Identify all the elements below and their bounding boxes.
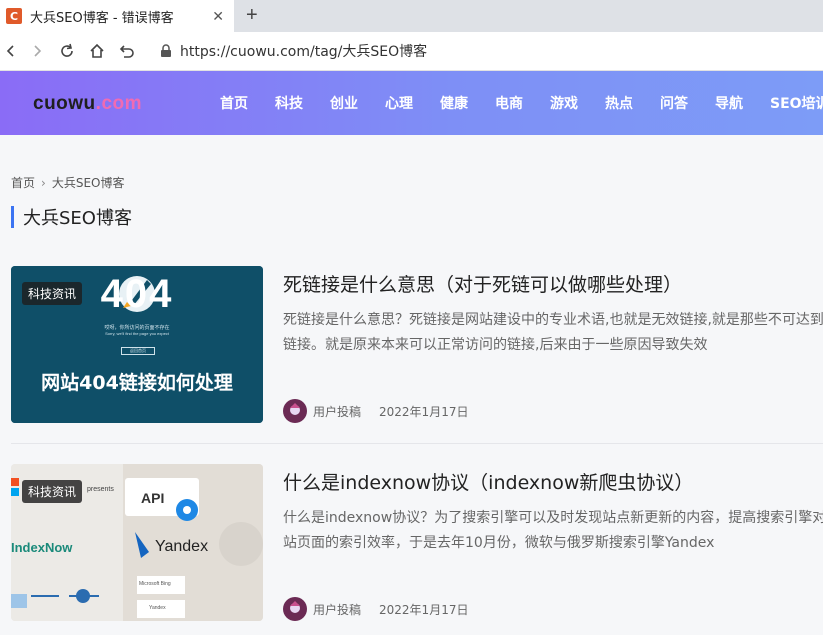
browser-tab-bar: C 大兵SEO博客 - 错误博客 ✕ + (0, 0, 823, 32)
nav-item-directory[interactable]: 导航 (715, 93, 743, 113)
close-tab-icon[interactable]: ✕ (212, 8, 224, 25)
nav-item-seo-training[interactable]: SEO培训 (770, 93, 823, 113)
address-bar: https://cuowu.com/tag/大兵SEO博客 (0, 32, 823, 71)
article-meta: 用户投稿 2022年1月17日 (283, 399, 468, 423)
logo-accent: .com (95, 93, 143, 114)
nav-item-games[interactable]: 游戏 (550, 93, 578, 113)
post-date: 2022年1月17日 (379, 602, 469, 617)
divider (11, 443, 823, 444)
article-card: presents API Yandex IndexNow Microsoft B… (11, 464, 823, 622)
back-icon[interactable] (0, 40, 22, 62)
new-tab-icon[interactable]: + (246, 4, 258, 27)
url-field[interactable]: https://cuowu.com/tag/大兵SEO博客 (160, 41, 427, 61)
breadcrumb-home[interactable]: 首页 (11, 174, 35, 191)
article-title[interactable]: 死链接是什么意思（对于死链可以做哪些处理） (283, 270, 682, 297)
thumb-ms: Microsoft Bing (139, 581, 171, 587)
author-name[interactable]: 用户投稿 (313, 403, 361, 420)
logo-main: cuowu (33, 93, 96, 114)
article-card: 404 哎呀，你所访问的页面不存在 Sorry, we'll find the … (11, 266, 823, 424)
site-logo[interactable]: cuowu.com (33, 93, 142, 115)
reload-icon[interactable] (56, 40, 78, 62)
thumb-caption: 网站404链接如何处理 (41, 372, 233, 394)
url-text: https://cuowu.com/tag/大兵SEO博客 (180, 44, 428, 60)
category-badge[interactable]: 科技资讯 (22, 480, 83, 503)
author-name[interactable]: 用户投稿 (313, 601, 361, 618)
page-title: 大兵SEO博客 (11, 206, 132, 229)
breadcrumb: 首页 › 大兵SEO博客 (11, 174, 124, 191)
post-date: 2022年1月17日 (379, 404, 469, 419)
thumb-yd: Yandex (149, 605, 166, 611)
thumb-indexnow: IndexNow (11, 540, 73, 555)
thumb-yandex: Yandex (155, 538, 209, 555)
article-excerpt: 什么是indexnow协议？为了搜索引擎可以及时发现站点新更新的内容，提高搜索引… (283, 510, 823, 551)
browser-tab[interactable]: C 大兵SEO博客 - 错误博客 ✕ (0, 0, 234, 32)
forward-icon[interactable] (26, 40, 48, 62)
article-thumbnail[interactable]: presents API Yandex IndexNow Microsoft B… (11, 464, 263, 621)
thumb-small-line-2: Sorry, we'll find the page you expect (105, 331, 169, 336)
author-avatar[interactable] (283, 597, 307, 621)
nav-item-psychology[interactable]: 心理 (385, 93, 413, 113)
article-excerpt: 死链接是什么意思？死链接是网站建设中的专业术语,也就是无效链接,就是那些不可达到… (283, 312, 823, 353)
site-favicon-icon: C (6, 8, 22, 24)
nav-item-qa[interactable]: 问答 (660, 93, 688, 113)
thumb-small-line-1: 哎呀，你所访问的页面不存在 (104, 325, 170, 331)
category-badge[interactable]: 科技资讯 (22, 282, 83, 305)
thumb-404-text: 404 (100, 272, 174, 316)
thumb-api: API (141, 490, 165, 506)
nav-item-hot[interactable]: 热点 (605, 93, 633, 113)
article-thumbnail[interactable]: 404 哎呀，你所访问的页面不存在 Sorry, we'll find the … (11, 266, 263, 423)
undo-icon[interactable] (116, 40, 138, 62)
site-header: cuowu.com 首页 科技 创业 心理 健康 电商 游戏 热点 问答 导航 … (0, 71, 823, 135)
nav-item-startup[interactable]: 创业 (330, 93, 358, 113)
author-avatar[interactable] (283, 399, 307, 423)
nav-item-ecommerce[interactable]: 电商 (495, 93, 523, 113)
article-title[interactable]: 什么是indexnow协议（indexnow新爬虫协议） (283, 468, 693, 495)
nav-item-home[interactable]: 首页 (220, 93, 248, 113)
main-nav: 首页 科技 创业 心理 健康 电商 游戏 热点 问答 导航 SEO培训 (220, 71, 823, 135)
nav-item-tech[interactable]: 科技 (275, 93, 303, 113)
nav-item-health[interactable]: 健康 (440, 93, 468, 113)
thumb-small-button: 返回首页 (121, 347, 155, 355)
lock-icon (161, 44, 171, 57)
breadcrumb-current: 大兵SEO博客 (51, 176, 125, 190)
chevron-right-icon: › (41, 175, 46, 190)
thumb-presents: presents (87, 486, 114, 493)
home-icon[interactable] (86, 40, 108, 62)
tab-title: 大兵SEO博客 - 错误博客 (30, 10, 174, 26)
article-meta: 用户投稿 2022年1月17日 (283, 597, 468, 621)
